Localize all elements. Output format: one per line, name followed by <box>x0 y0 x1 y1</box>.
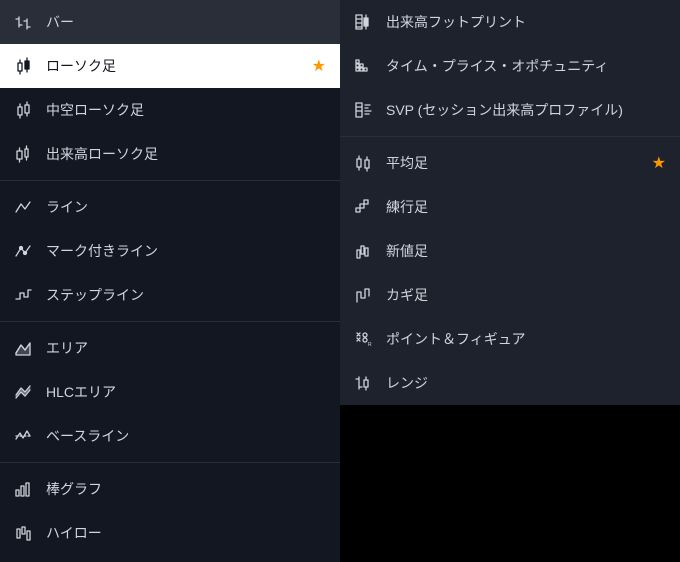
chart-type-bar[interactable]: バー <box>0 0 340 44</box>
chart-type-label: レンジ <box>386 373 666 393</box>
chart-type-label: 新値足 <box>386 241 666 261</box>
divider <box>0 180 340 181</box>
chart-type-volume-footprint[interactable]: 出来高フットプリント <box>340 0 680 44</box>
chart-type-label: ポイント＆フィギュア <box>386 329 666 349</box>
chart-type-label: 棒グラフ <box>46 479 326 499</box>
chart-type-step-line[interactable]: ステップライン <box>0 273 340 317</box>
chart-type-label: 練行足 <box>386 197 666 217</box>
chart-type-hlc-area[interactable]: HLCエリア <box>0 370 340 414</box>
chart-type-line-break[interactable]: 新値足 <box>340 229 680 273</box>
svp-icon <box>354 101 372 119</box>
step-line-icon <box>14 286 32 304</box>
volume-candle-icon <box>14 145 32 163</box>
divider <box>340 136 680 137</box>
chart-type-label: タイム・プライス・オポチュニティ <box>386 56 666 76</box>
tpo-icon <box>354 57 372 75</box>
chart-type-marked-line[interactable]: マーク付きライン <box>0 229 340 273</box>
range-icon <box>354 374 372 392</box>
chart-type-label: ライン <box>46 197 326 217</box>
empty-area <box>340 405 680 562</box>
chart-type-pnf[interactable]: ポイント＆フィギュア <box>340 317 680 361</box>
chart-type-baseline[interactable]: ベースライン <box>0 414 340 458</box>
chart-type-label: SVP (セッション出来高プロファイル) <box>386 100 666 120</box>
hilo-icon <box>14 524 32 542</box>
star-icon[interactable]: ★ <box>312 56 326 76</box>
pnf-icon <box>354 330 372 348</box>
area-icon <box>14 339 32 357</box>
chart-type-tpo[interactable]: タイム・プライス・オポチュニティ <box>340 44 680 88</box>
chart-type-label: ハイロー <box>46 523 326 543</box>
chart-type-label: 出来高ローソク足 <box>46 144 326 164</box>
chart-type-hilo[interactable]: ハイロー <box>0 511 340 555</box>
divider <box>0 321 340 322</box>
chart-type-label: HLCエリア <box>46 382 326 402</box>
left-column: バーローソク足 ★ 中空ローソク足出来高ローソク足ラインマーク付きラインステップライ… <box>0 0 340 562</box>
chart-type-line[interactable]: ライン <box>0 185 340 229</box>
chart-type-label: ステップライン <box>46 285 326 305</box>
heikin-icon <box>354 154 372 172</box>
line-icon <box>14 198 32 216</box>
chart-type-label: 平均足 <box>386 153 638 173</box>
chart-type-volume-candle[interactable]: 出来高ローソク足 <box>0 132 340 176</box>
chart-type-label: バー <box>46 12 326 32</box>
footprint-icon <box>354 13 372 31</box>
kagi-icon <box>354 286 372 304</box>
chart-type-label: マーク付きライン <box>46 241 326 261</box>
chart-type-kagi[interactable]: カギ足 <box>340 273 680 317</box>
chart-type-label: エリア <box>46 338 326 358</box>
chart-type-renko[interactable]: 練行足 <box>340 185 680 229</box>
chart-type-candle[interactable]: ローソク足 ★ <box>0 44 340 88</box>
chart-type-svp[interactable]: SVP (セッション出来高プロファイル) <box>340 88 680 132</box>
chart-type-hollow-candle[interactable]: 中空ローソク足 <box>0 88 340 132</box>
chart-type-label: 出来高フットプリント <box>386 12 666 32</box>
divider <box>0 462 340 463</box>
marked-line-icon <box>14 242 32 260</box>
chart-type-label: カギ足 <box>386 285 666 305</box>
bar-icon <box>14 13 32 31</box>
chart-type-column[interactable]: 棒グラフ <box>0 467 340 511</box>
hlc-area-icon <box>14 383 32 401</box>
hollow-candle-icon <box>14 101 32 119</box>
chart-type-label: ベースライン <box>46 426 326 446</box>
chart-type-heikin-ashi[interactable]: 平均足 ★ <box>340 141 680 185</box>
chart-type-label: ローソク足 <box>46 56 298 76</box>
baseline-icon <box>14 427 32 445</box>
column-icon <box>14 480 32 498</box>
linebreak-icon <box>354 242 372 260</box>
chart-type-label: 中空ローソク足 <box>46 100 326 120</box>
chart-type-area[interactable]: エリア <box>0 326 340 370</box>
candle-icon <box>14 57 32 75</box>
chart-type-range[interactable]: レンジ <box>340 361 680 405</box>
right-column: 出来高フットプリントタイム・プライス・オポチュニティ SVP (セッション出来高プ… <box>340 0 680 562</box>
renko-icon <box>354 198 372 216</box>
star-icon[interactable]: ★ <box>652 153 666 173</box>
